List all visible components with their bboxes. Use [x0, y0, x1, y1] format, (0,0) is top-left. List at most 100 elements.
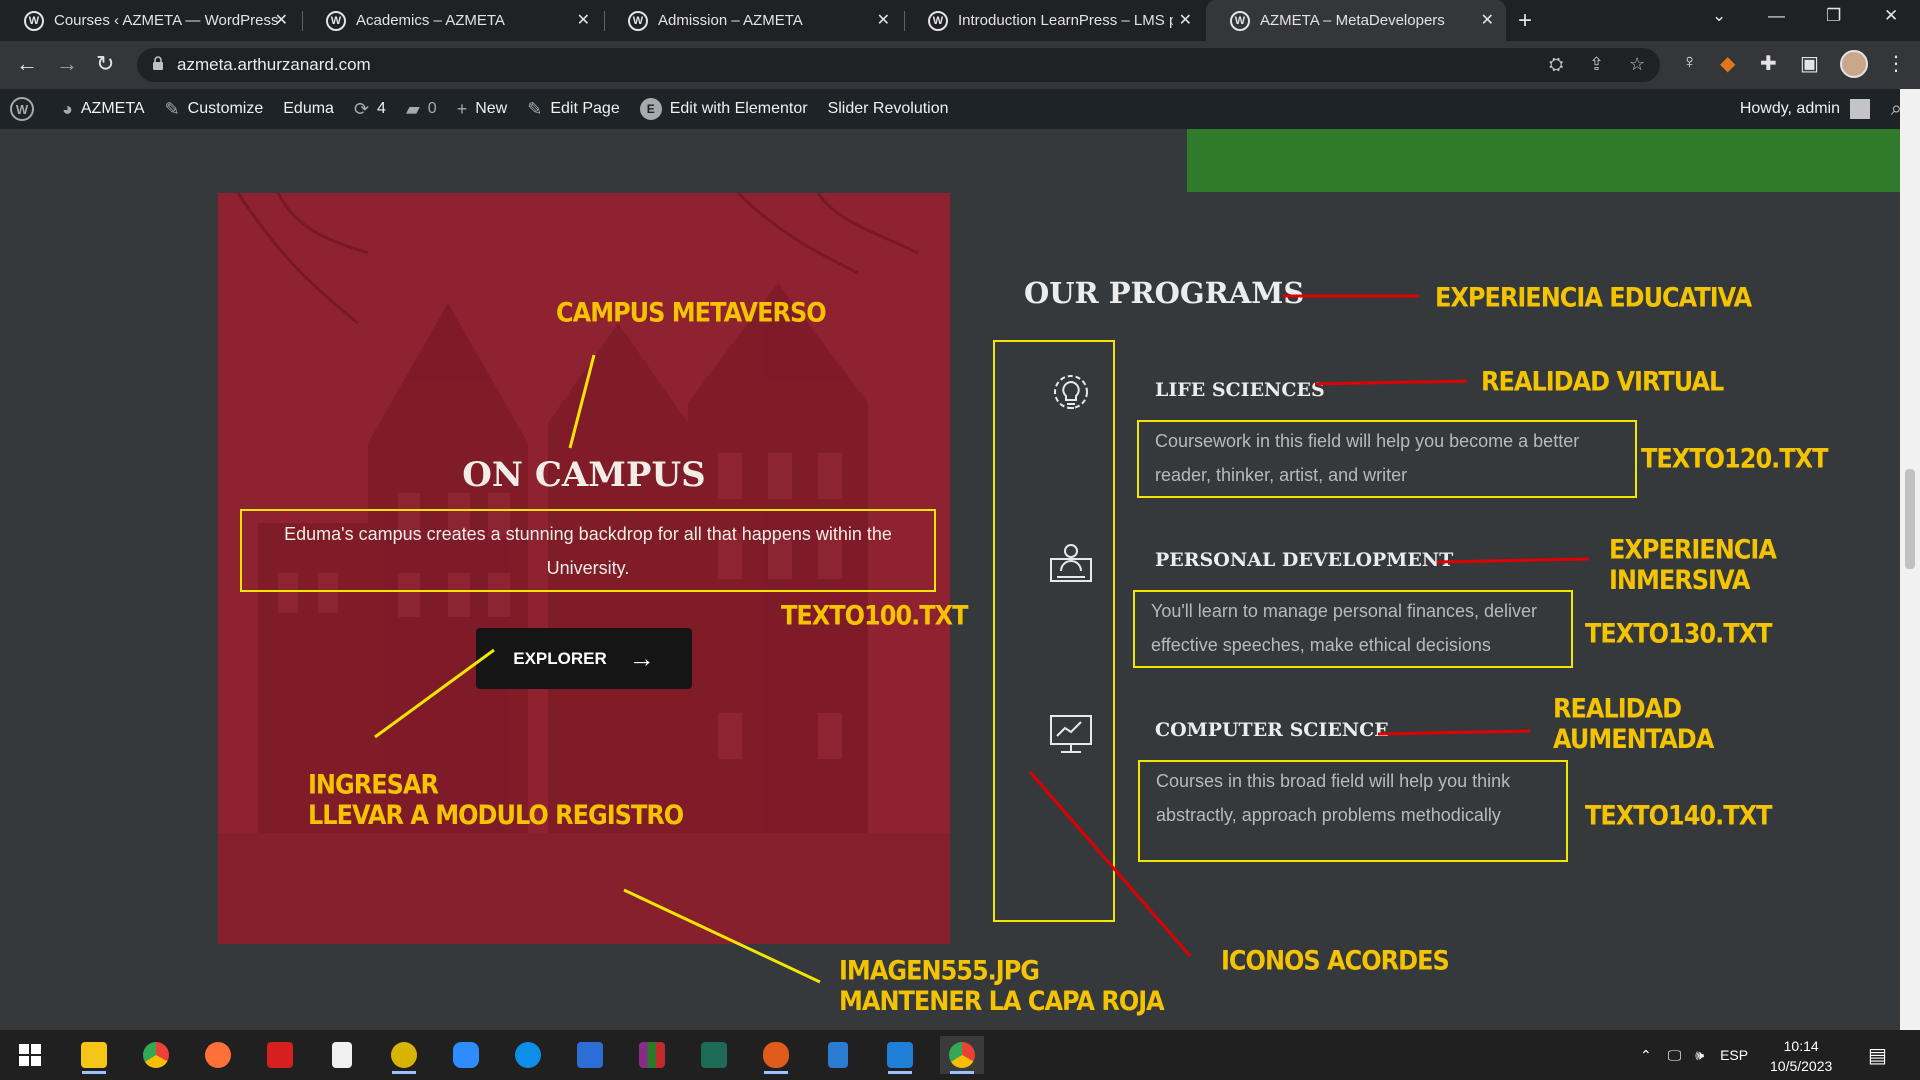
notifications-icon[interactable]: ▤ — [1868, 1043, 1887, 1068]
profile-avatar[interactable] — [1840, 50, 1868, 78]
extensions-puzzle-icon[interactable]: ✚ — [1760, 51, 1777, 76]
media-app[interactable] — [878, 1036, 922, 1074]
reload-icon[interactable]: ↻ — [96, 51, 114, 77]
tab-learnpress[interactable]: W Introduction LearnPress – LMS pl ✕ — [904, 0, 1204, 41]
lightbulb-extension-icon[interactable]: ♀ — [1682, 51, 1697, 74]
network-icon[interactable]: 🖵 — [1668, 1047, 1682, 1064]
tab-courses[interactable]: W Courses ‹ AZMETA — WordPress ✕ — [0, 0, 300, 41]
annotation-line-2: LLEVAR A MODULO REGISTRO — [308, 799, 684, 831]
start-button[interactable] — [8, 1036, 52, 1074]
running-indicator — [82, 1071, 106, 1074]
document-icon — [332, 1042, 352, 1068]
teamviewer-app[interactable] — [506, 1036, 550, 1074]
program-description-computer-science: Courses in this broad field will help yo… — [1138, 760, 1568, 862]
new-tab-icon[interactable]: + — [1518, 7, 1532, 35]
my-account-menu[interactable]: Howdy, admin — [1740, 89, 1870, 129]
slider-revolution-link[interactable]: Slider Revolution — [828, 100, 949, 118]
acrobat-app[interactable] — [258, 1036, 302, 1074]
chrome-icon — [949, 1042, 975, 1068]
annotation-campus-metaverso: CAMPUS METAVERSO — [556, 297, 827, 329]
admin-avatar — [1850, 99, 1870, 119]
annotation-line-1: INGRESAR — [308, 768, 439, 801]
address-bar[interactable]: azmeta.arthurzanard.com ⛭ ⇪ ☆ — [137, 48, 1660, 82]
close-icon[interactable]: ✕ — [1179, 10, 1192, 30]
side-panel-icon[interactable]: ▣ — [1800, 51, 1819, 76]
cloud-icon — [763, 1042, 789, 1068]
updates-count: 4 — [377, 100, 386, 117]
tab-title: AZMETA – MetaDevelopers — [1260, 12, 1445, 29]
customize-label: Customize — [187, 100, 264, 117]
chrome-icon — [143, 1042, 169, 1068]
wp-logo-icon[interactable]: W — [10, 97, 34, 121]
firefox-app[interactable] — [196, 1036, 240, 1074]
annotation-texto100: TEXTO100.TXT — [781, 600, 969, 632]
edit-with-elementor-link[interactable]: E Edit with Elementor — [639, 98, 808, 120]
browser-toolbar: ← → ↻ azmeta.arthurzanard.com ⛭ ⇪ ☆ ♀ ◆ … — [0, 41, 1920, 89]
our-programs-heading: OUR PROGRAMS — [1024, 276, 1305, 310]
volume-icon[interactable]: 🕪 — [1695, 1047, 1704, 1064]
minimize-icon[interactable]: — — [1768, 6, 1785, 26]
back-icon[interactable]: ← — [16, 51, 38, 77]
clock-date: 10/5/2023 — [1770, 1058, 1833, 1074]
site-name-link[interactable]: ◕ AZMETA — [62, 99, 145, 120]
notepad-app[interactable] — [320, 1036, 364, 1074]
scrollbar-thumb[interactable] — [1905, 469, 1915, 569]
edit-page-link[interactable]: ✎ Edit Page — [527, 99, 619, 120]
zoom-app[interactable] — [444, 1036, 488, 1074]
comments-link[interactable]: ▰ 0 — [406, 99, 437, 120]
chrome-app[interactable] — [134, 1036, 178, 1074]
menu-kebab-icon[interactable]: ⋮ — [1886, 51, 1906, 76]
tab-azmeta-metadevelopers[interactable]: W AZMETA – MetaDevelopers ✕ — [1206, 0, 1506, 41]
restore-icon[interactable]: ❐ — [1826, 6, 1841, 26]
tab-admission[interactable]: W Admission – AZMETA ✕ — [604, 0, 902, 41]
forward-icon[interactable]: → — [56, 51, 78, 77]
arrow-right-icon: → — [628, 643, 655, 673]
close-icon[interactable]: ✕ — [275, 10, 288, 30]
howdy-label: Howdy, admin — [1739, 100, 1840, 117]
close-window-icon[interactable]: ✕ — [1884, 6, 1898, 26]
clock[interactable]: 10:14 10/5/2023 — [1770, 1036, 1832, 1076]
winrar-app[interactable] — [630, 1036, 674, 1074]
dashboard-gauge-icon: ◕ — [62, 98, 73, 119]
close-icon[interactable]: ✕ — [1481, 10, 1494, 30]
filmora-app[interactable] — [692, 1036, 736, 1074]
language-indicator[interactable]: ESP — [1720, 1047, 1748, 1063]
doc-icon — [828, 1042, 848, 1068]
share-icon[interactable]: ⇪ — [1589, 54, 1604, 75]
updates-icon: ⟳ — [353, 98, 370, 119]
close-icon[interactable]: ✕ — [577, 10, 590, 30]
file-explorer-app[interactable] — [72, 1036, 116, 1074]
new-content-link[interactable]: + New — [457, 99, 508, 120]
updates-link[interactable]: ⟳ 4 — [354, 99, 386, 120]
elementor-label: Edit with Elementor — [669, 100, 808, 117]
blue-bag-app[interactable] — [568, 1036, 612, 1074]
tab-search-icon[interactable]: ⌄ — [1712, 6, 1726, 26]
annotation-texto130: TEXTO130.TXT — [1585, 618, 1773, 650]
page-scrollbar[interactable] — [1900, 89, 1920, 1030]
wordpress-icon: W — [24, 10, 44, 31]
customize-link[interactable]: ✎ Customize — [165, 99, 264, 120]
brush-icon: ✎ — [164, 98, 180, 119]
cloud-app[interactable] — [754, 1036, 798, 1074]
translate-icon[interactable]: ⛭ — [1549, 54, 1563, 75]
program-title-personal-development[interactable]: PERSONAL DEVELOPMENT — [1155, 549, 1453, 571]
word-doc-app[interactable] — [816, 1036, 860, 1074]
annotation-realidad-aumentada: REALIDAD AUMENTADA — [1553, 693, 1714, 754]
metamask-icon[interactable]: ◆ — [1720, 51, 1735, 76]
explorer-button[interactable]: EXPLORER → — [476, 628, 692, 689]
theme-link[interactable]: Eduma — [283, 100, 334, 118]
program-title-life-sciences[interactable]: LIFE SCIENCES — [1155, 379, 1325, 401]
lock-icon — [153, 56, 163, 70]
yellow-app[interactable] — [382, 1036, 426, 1074]
bookmark-star-icon[interactable]: ☆ — [1629, 54, 1645, 75]
tab-academics[interactable]: W Academics – AZMETA ✕ — [302, 0, 602, 41]
chrome-active-app[interactable] — [940, 1036, 984, 1074]
green-banner-strip — [1187, 129, 1900, 192]
program-title-computer-science[interactable]: COMPUTER SCIENCE — [1155, 719, 1389, 741]
presenter-icon — [1050, 544, 1092, 582]
chevron-up-icon[interactable]: ⌃ — [1640, 1047, 1652, 1064]
explorer-label: EXPLORER — [513, 648, 607, 668]
close-icon[interactable]: ✕ — [877, 10, 890, 30]
annotation-line-2: INMERSIVA — [1609, 564, 1751, 596]
url-text[interactable]: azmeta.arthurzanard.com — [177, 55, 371, 75]
